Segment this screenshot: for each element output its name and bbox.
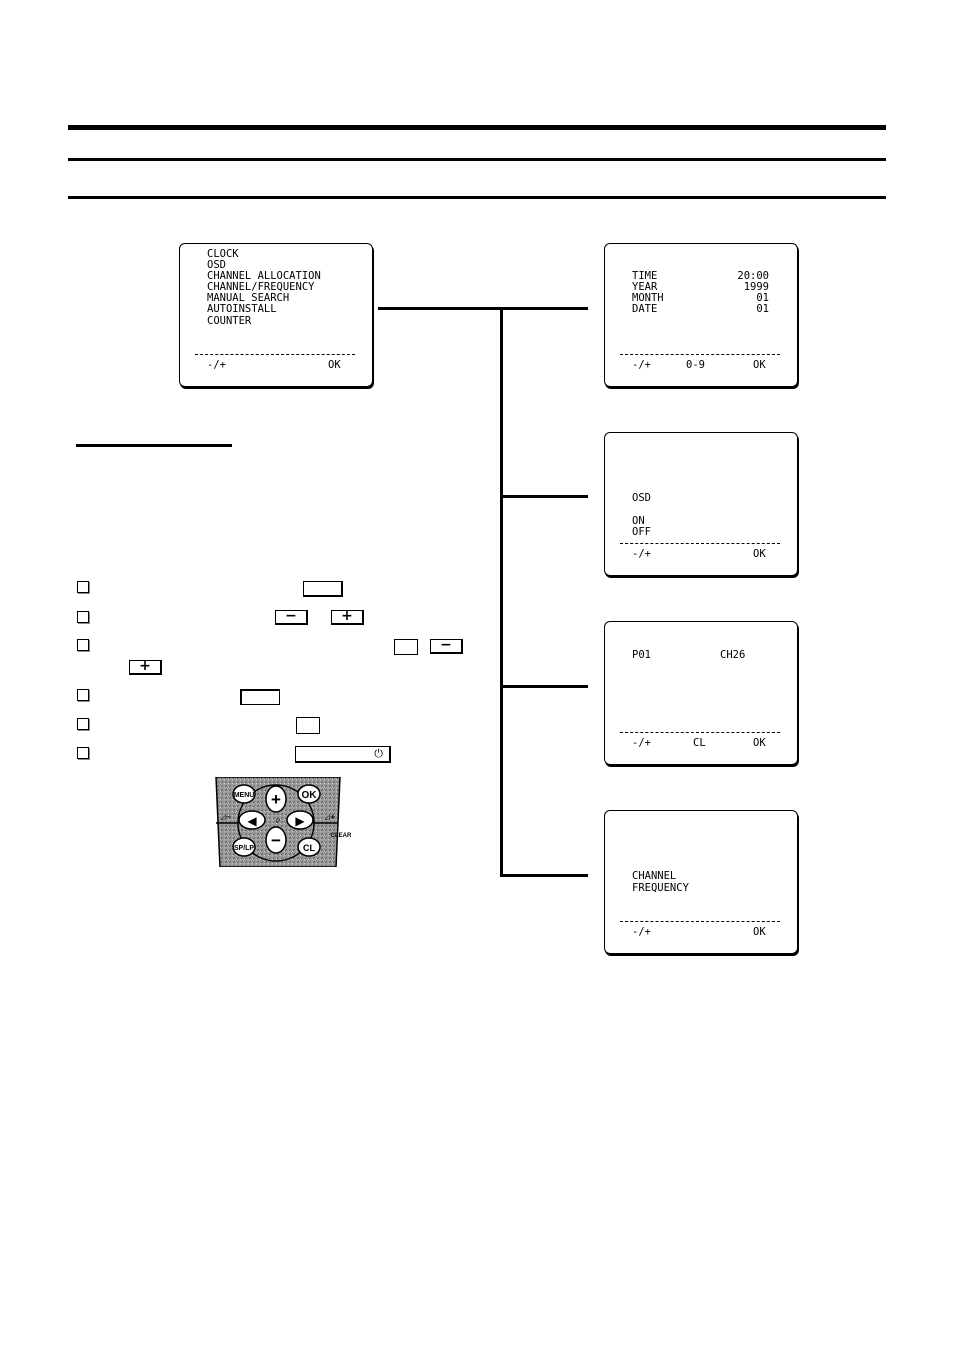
section-heading-rule — [76, 444, 232, 447]
volume-down-icon: ◿− — [220, 813, 231, 821]
header-rule-middle — [68, 158, 886, 161]
remote-sp-lp-label: SP/LP — [234, 845, 255, 852]
step-checkbox-2 — [77, 611, 89, 623]
menu-item-counter[interactable]: COUNTER — [207, 315, 251, 327]
remote-cl-button[interactable]: CL — [297, 837, 321, 857]
divider — [620, 921, 780, 922]
remote-minus-label: − — [271, 831, 281, 850]
step-checkbox-6 — [77, 747, 89, 759]
remote-minus-button[interactable]: − — [265, 826, 287, 854]
remote-clear-label: CLEAR — [331, 833, 352, 839]
footer-plus-minus: -/+ — [632, 737, 651, 749]
divider — [620, 354, 780, 355]
osd-title: OSD — [632, 492, 651, 504]
remote-menu-label: MENU — [234, 792, 255, 799]
option-frequency[interactable]: FREQUENCY — [632, 882, 689, 894]
footer-plus-minus: -/+ — [207, 359, 226, 371]
remote-p-label: P — [276, 819, 280, 825]
remote-ok-label: OK — [302, 790, 318, 801]
power-icon: ⏻ — [374, 747, 383, 760]
standby-key: ⏻ — [295, 746, 391, 763]
footer-ok: OK — [328, 359, 341, 371]
program-number: P01 — [632, 649, 651, 661]
plus-key: + — [331, 609, 364, 625]
footer-cl: CL — [693, 737, 706, 749]
menu-key — [303, 581, 343, 597]
channel-allocation-screen: P01 CH26 -/+ CL OK — [604, 621, 798, 765]
remote-cl-label: CL — [303, 843, 315, 853]
plus-key: + — [129, 659, 162, 675]
header-rule-thick — [68, 125, 886, 130]
remote-right-button[interactable]: ▶ — [286, 810, 314, 830]
divider — [620, 732, 780, 733]
footer-digits: 0-9 — [686, 359, 705, 371]
footer-ok: OK — [753, 548, 766, 560]
channel-number: CH26 — [720, 649, 746, 661]
footer-ok: OK — [753, 926, 766, 938]
date-value: 01 — [756, 303, 769, 315]
right-arrow-icon: ▶ — [295, 814, 305, 828]
left-arrow-icon: ◀ — [247, 814, 257, 828]
divider — [195, 354, 355, 355]
footer-plus-minus: -/+ — [632, 359, 651, 371]
step-checkbox-5 — [77, 718, 89, 730]
channel-frequency-screen: CHANNEL FREQUENCY -/+ OK — [604, 810, 798, 954]
connector-trunk — [500, 307, 503, 877]
main-menu-screen: CLOCK OSD CHANNEL ALLOCATION CHANNEL/FRE… — [179, 243, 373, 387]
volume-up-icon: ◿+ — [324, 813, 335, 821]
divider — [620, 543, 780, 544]
minus-key: − — [275, 609, 308, 625]
remote-sp-lp-button[interactable]: SP/LP — [232, 837, 256, 857]
clock-screen: TIME 20:00 YEAR 1999 MONTH 01 DATE 01 -/… — [604, 243, 798, 387]
remote-plus-button[interactable]: + — [265, 785, 287, 813]
connector-channel-frequency — [500, 874, 588, 877]
blank-key — [394, 639, 418, 655]
ok-key — [240, 689, 280, 705]
option-channel[interactable]: CHANNEL — [632, 870, 676, 882]
header-rule-bottom — [68, 196, 886, 199]
step-checkbox-1 — [77, 581, 89, 593]
footer-plus-minus: -/+ — [632, 548, 651, 560]
date-label: DATE — [632, 303, 658, 315]
footer-ok: OK — [753, 359, 766, 371]
footer-plus-minus: -/+ — [632, 926, 651, 938]
remote-plus-label: + — [271, 790, 281, 809]
connector-main — [378, 307, 588, 310]
osd-option-off[interactable]: OFF — [632, 526, 651, 538]
menu-item-autoinstall[interactable]: AUTOINSTALL — [207, 303, 277, 315]
step-checkbox-4 — [77, 689, 89, 701]
footer-ok: OK — [753, 737, 766, 749]
cl-key — [296, 717, 320, 734]
remote-ok-button[interactable]: OK — [297, 784, 321, 804]
remote-menu-button[interactable]: MENU — [232, 784, 256, 804]
remote-left-button[interactable]: ◀ — [238, 810, 266, 830]
connector-channel-allocation — [500, 685, 588, 688]
connector-osd — [500, 495, 588, 498]
remote-control-illustration: MENU OK SP/LP CL CLEAR + − ◀ ▶ P ◿− ◿+ — [215, 777, 352, 867]
minus-key: − — [430, 638, 463, 654]
step-checkbox-3 — [77, 639, 89, 651]
osd-screen: OSD ON OFF -/+ OK — [604, 432, 798, 576]
